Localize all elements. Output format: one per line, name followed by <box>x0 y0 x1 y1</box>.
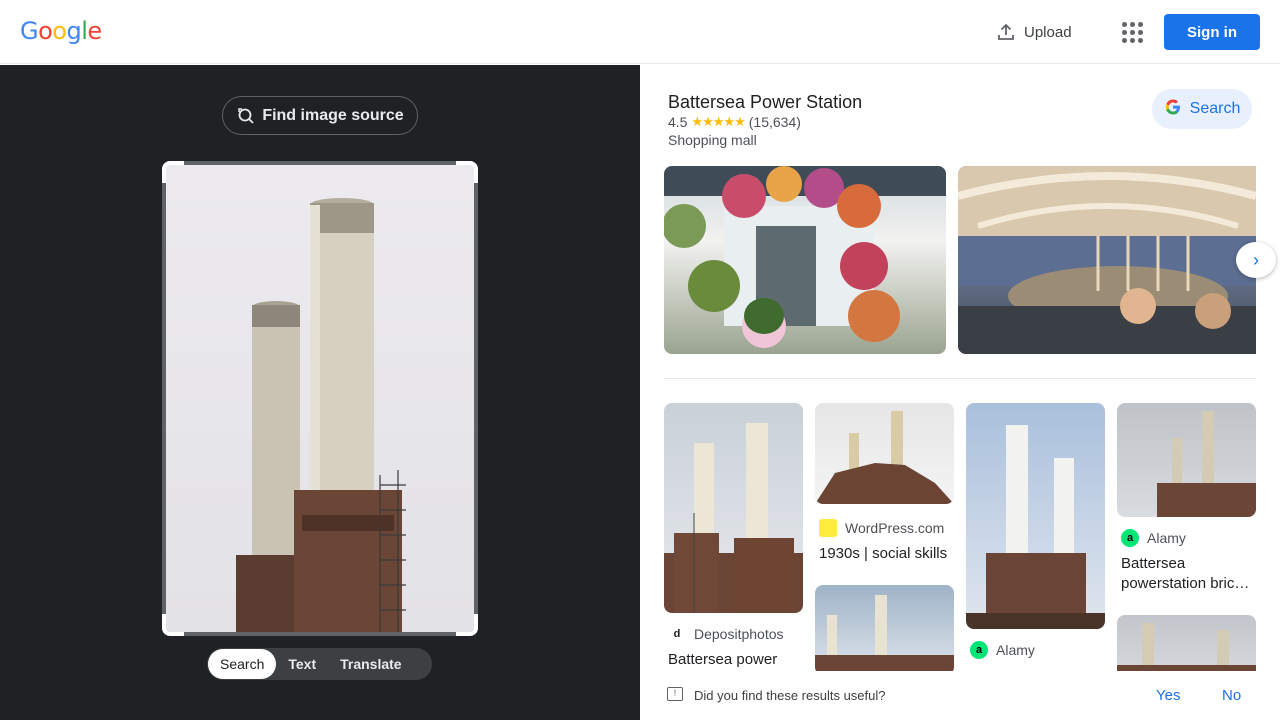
result-source-label: Depositphotos <box>694 626 784 642</box>
result-thumbnail-4[interactable] <box>1117 403 1256 517</box>
result-title-4[interactable]: Battersea powerstation bric… <box>1121 554 1256 594</box>
entity-photo-flower-shop[interactable] <box>664 166 946 354</box>
review-count: (15,634) <box>748 114 801 130</box>
logo-letter: o <box>38 17 53 45</box>
star-rating-icon: ★★★★★ <box>691 114 745 129</box>
logo-letter: e <box>87 17 102 45</box>
result-source-4[interactable]: a Alamy <box>1121 529 1186 547</box>
result-source-1[interactable]: d Depositphotos <box>668 625 784 643</box>
logo-letter: o <box>52 17 67 45</box>
sign-in-button[interactable]: Sign in <box>1164 14 1260 50</box>
result-title-1[interactable]: Battersea power <box>668 650 777 670</box>
section-divider <box>664 378 1256 379</box>
query-image-panel: Find image source Search Text Translate <box>0 65 640 720</box>
apps-grid-icon[interactable] <box>1118 18 1146 46</box>
result-thumbnail-1[interactable] <box>664 403 803 613</box>
result-thumbnail-5[interactable] <box>815 585 954 675</box>
result-source-2[interactable]: WordPress.com <box>819 519 944 537</box>
entity-rating: 4.5 ★★★★★ (15,634) <box>668 114 801 130</box>
results-panel: Battersea Power Station 4.5 ★★★★★ (15,63… <box>640 65 1280 720</box>
crop-selection[interactable] <box>162 161 478 636</box>
crop-handle-bottom-right[interactable] <box>456 614 478 636</box>
crop-handle-bottom-left[interactable] <box>162 614 184 636</box>
find-image-source-label: Find image source <box>262 106 404 124</box>
feedback-icon: ! <box>667 687 683 701</box>
wordpress-icon <box>819 519 837 537</box>
tab-translate[interactable]: Translate <box>328 649 413 679</box>
chevron-right-icon: › <box>1253 249 1259 270</box>
result-source-label: Alamy <box>996 642 1035 658</box>
upload-label: Upload <box>1024 23 1072 41</box>
carousel-next-button[interactable]: › <box>1236 242 1276 278</box>
upload-button[interactable]: Upload <box>988 16 1080 48</box>
find-image-source-button[interactable]: Find image source <box>222 96 418 135</box>
result-thumbnail-3[interactable] <box>966 403 1105 629</box>
crop-handle-top-right[interactable] <box>456 161 478 183</box>
alamy-icon: a <box>970 641 988 659</box>
feedback-yes-button[interactable]: Yes <box>1156 687 1180 704</box>
result-source-label: WordPress.com <box>845 520 945 536</box>
alamy-icon: a <box>1121 529 1139 547</box>
crop-handle-top-left[interactable] <box>162 161 184 183</box>
entity-category: Shopping mall <box>668 132 757 148</box>
google-logo[interactable]: Google <box>20 17 102 45</box>
result-title-2[interactable]: 1930s | social skills <box>819 544 947 564</box>
logo-letter: g <box>66 17 82 45</box>
entity-photo-interior[interactable] <box>958 166 1256 354</box>
google-g-icon <box>1164 98 1182 120</box>
entity-search-label: Search <box>1189 100 1241 117</box>
entity-search-button[interactable]: Search <box>1152 89 1252 129</box>
feedback-bar: ! Did you find these results useful? Yes… <box>640 671 1280 720</box>
logo-letter: G <box>20 17 39 45</box>
mode-tabs: Search Text Translate <box>207 648 432 680</box>
result-thumbnail-2[interactable] <box>815 403 954 504</box>
query-image <box>166 165 474 632</box>
depositphotos-icon: d <box>673 628 681 640</box>
upload-icon <box>998 23 1014 40</box>
lens-search-icon <box>238 107 254 124</box>
rating-value: 4.5 <box>668 114 688 130</box>
header: Google Upload Sign in <box>0 0 1280 64</box>
tab-text[interactable]: Text <box>276 649 328 679</box>
result-source-3[interactable]: a Alamy <box>970 641 1035 659</box>
tab-search[interactable]: Search <box>208 649 277 679</box>
entity-title[interactable]: Battersea Power Station <box>668 92 862 113</box>
feedback-question: Did you find these results useful? <box>694 688 886 703</box>
feedback-no-button[interactable]: No <box>1222 687 1241 704</box>
result-source-label: Alamy <box>1147 530 1186 546</box>
